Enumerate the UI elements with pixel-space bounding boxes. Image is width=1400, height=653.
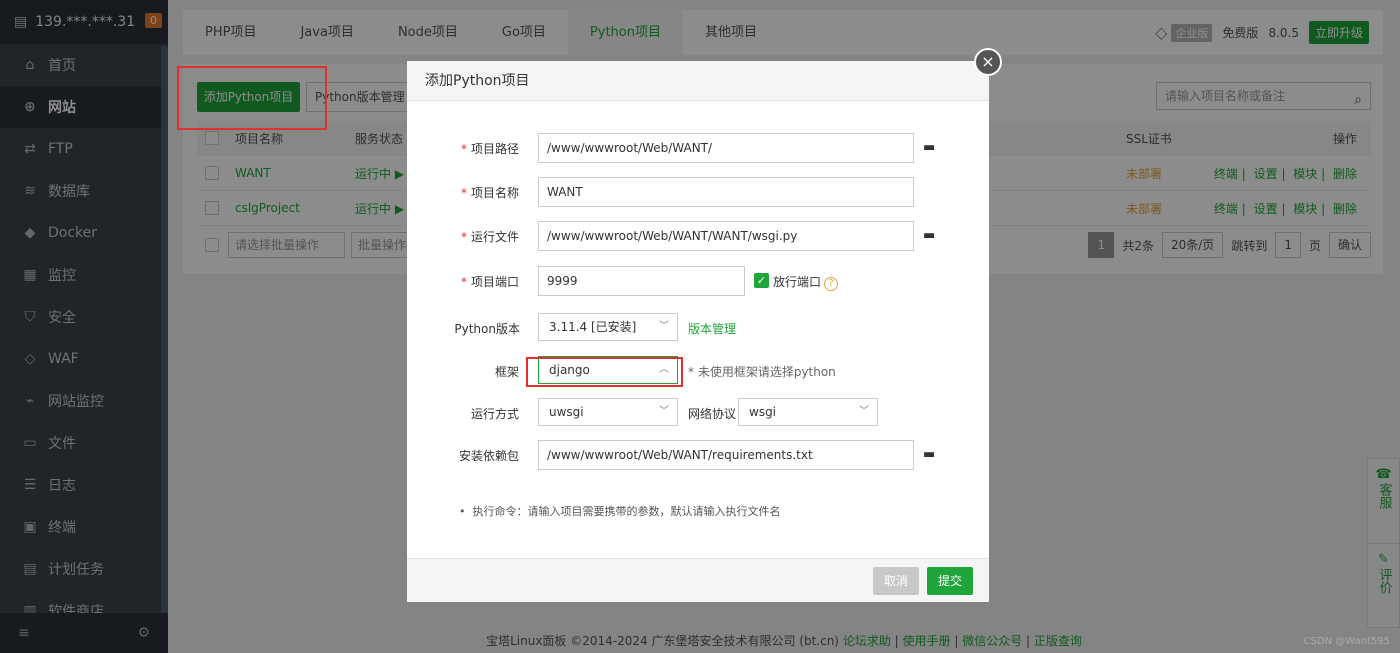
project-port-input[interactable]: 9999 bbox=[538, 266, 745, 296]
project-name-input[interactable]: WANT bbox=[538, 177, 914, 207]
submit-button[interactable]: 提交 bbox=[927, 567, 973, 595]
run-file-input[interactable]: /www/wwwroot/Web/WANT/WANT/wsgi.py bbox=[538, 221, 914, 251]
deps-row: 安装依赖包 /www/wwwroot/Web/WANT/requirements… bbox=[407, 440, 989, 470]
add-python-project-dialog: 添加Python项目 × * 项目路径 /www/wwwroot/Web/WANT… bbox=[407, 48, 1002, 602]
exec-command-note: • 执行命令：请输入项目需要携带的参数，默认请输入执行文件名 bbox=[459, 505, 781, 518]
protocol-value: wsgi bbox=[749, 405, 777, 419]
cancel-button[interactable]: 取消 bbox=[873, 567, 919, 595]
framework-label: 框架 bbox=[494, 365, 519, 379]
chevron-down-icon: ﹀ bbox=[659, 406, 669, 417]
run-mode-value: uwsgi bbox=[549, 405, 584, 419]
watermark: CSDN @Want595 bbox=[1303, 636, 1390, 647]
name-row: * 项目名称 WANT bbox=[407, 177, 989, 207]
folder-icon[interactable]: ▬ bbox=[923, 228, 935, 243]
runfile-label: * 运行文件 bbox=[460, 230, 519, 244]
help-icon[interactable]: ? bbox=[824, 277, 839, 291]
close-icon[interactable]: × bbox=[974, 48, 1002, 76]
python-version-select[interactable]: 3.11.4 [已安装] ﹀ bbox=[538, 313, 678, 341]
runmode-row: 运行方式 uwsgi ﹀ 网络协议 wsgi ﹀ bbox=[407, 398, 989, 428]
runmode-label: 运行方式 bbox=[470, 407, 519, 421]
pyver-row: Python版本 3.11.4 [已安装] ﹀ 版本管理 bbox=[407, 313, 989, 343]
port-row: * 项目端口 9999 ✓ 放行端口? bbox=[407, 266, 989, 296]
highlight-box-add-button bbox=[177, 66, 327, 130]
version-mgmt-link[interactable]: 版本管理 bbox=[688, 320, 736, 337]
run-mode-select[interactable]: uwsgi ﹀ bbox=[538, 398, 678, 426]
path-label: * 项目路径 bbox=[460, 142, 519, 156]
port-label: * 项目端口 bbox=[460, 275, 519, 289]
pyver-label: Python版本 bbox=[454, 322, 520, 336]
framework-hint: * 未使用框架请选择python bbox=[688, 365, 836, 379]
python-version-value: 3.11.4 [已安装] bbox=[549, 320, 637, 334]
path-row: * 项目路径 /www/wwwroot/Web/WANT/ ▬ bbox=[407, 133, 989, 163]
protocol-select[interactable]: wsgi ﹀ bbox=[738, 398, 878, 426]
highlight-box-framework bbox=[526, 357, 683, 387]
open-port-label: 放行端口? bbox=[773, 273, 839, 291]
requirements-input[interactable]: /www/wwwroot/Web/WANT/requirements.txt bbox=[538, 440, 914, 470]
deps-label: 安装依赖包 bbox=[458, 449, 519, 463]
protocol-label: 网络协议 bbox=[688, 407, 737, 421]
chevron-down-icon: ﹀ bbox=[659, 321, 669, 332]
runfile-row: * 运行文件 /www/wwwroot/Web/WANT/WANT/wsgi.py… bbox=[407, 221, 989, 251]
open-port-checkbox[interactable]: ✓ bbox=[754, 273, 769, 288]
folder-icon[interactable]: ▬ bbox=[923, 140, 935, 155]
chevron-down-icon: ﹀ bbox=[859, 406, 869, 417]
dialog-footer: 取消 提交 bbox=[407, 558, 989, 602]
framework-row: 框架 django ︿ * 未使用框架请选择python bbox=[407, 356, 989, 386]
name-label: * 项目名称 bbox=[460, 186, 519, 200]
folder-icon[interactable]: ▬ bbox=[923, 447, 935, 462]
dialog-title: 添加Python项目 bbox=[407, 61, 989, 101]
project-path-input[interactable]: /www/wwwroot/Web/WANT/ bbox=[538, 133, 914, 163]
